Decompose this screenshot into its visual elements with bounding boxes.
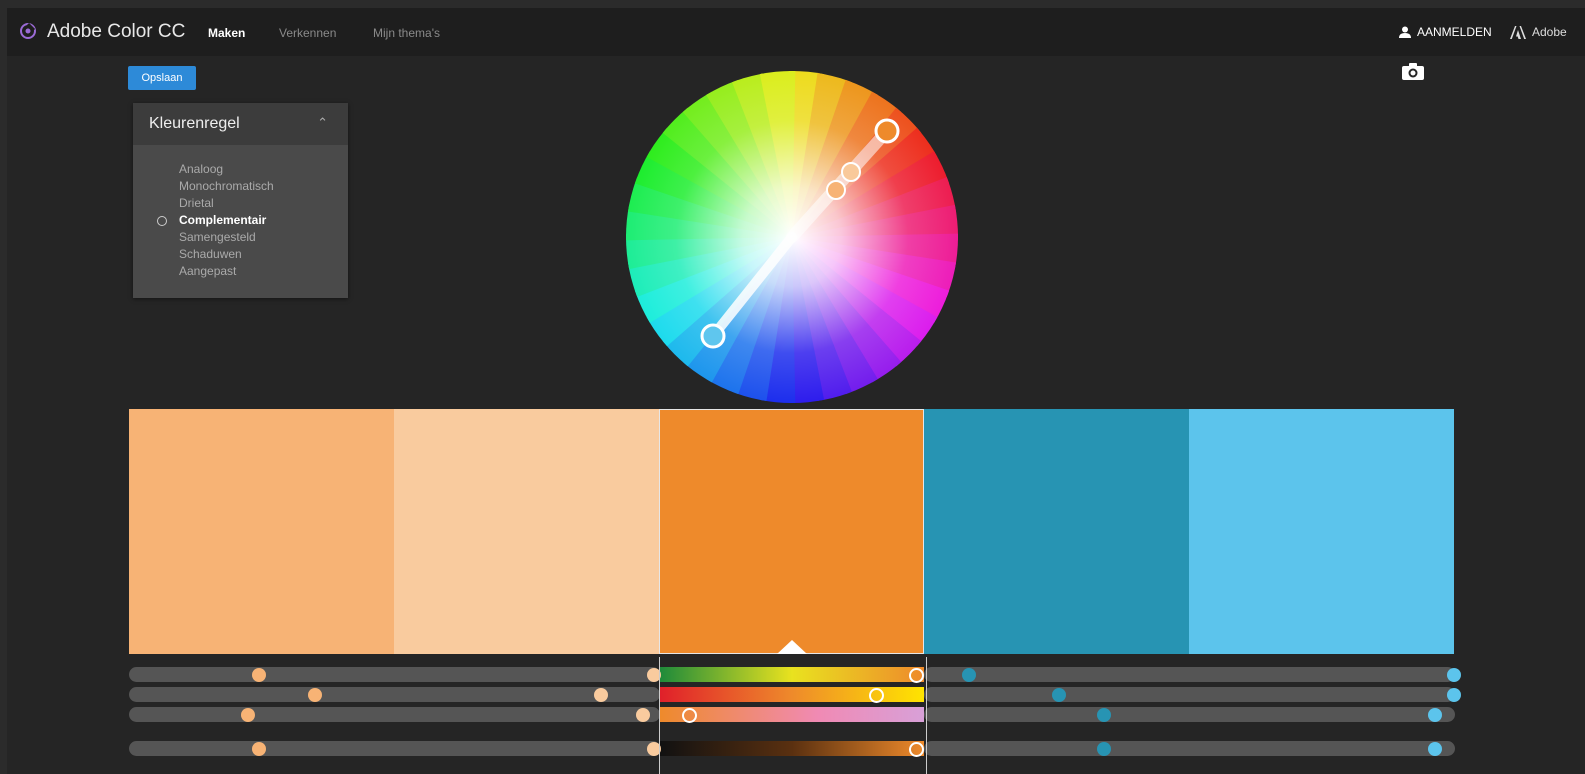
slider-knob[interactable] — [1428, 707, 1443, 722]
slider-knob[interactable] — [251, 741, 266, 756]
slider-track-left[interactable] — [129, 741, 660, 756]
app-window: Adobe Color CC Maken Verkennen Mijn them… — [7, 8, 1585, 774]
slider-knob[interactable] — [1447, 687, 1461, 702]
radio-icon — [157, 216, 167, 226]
panel-title: Kleurenregel — [149, 115, 240, 132]
slider-track-right[interactable] — [924, 687, 1455, 702]
selected-column-outline — [659, 657, 927, 774]
rule-list: Analoog Monochromatisch Drietal Compleme… — [133, 161, 348, 280]
slider-knob[interactable] — [1097, 741, 1112, 756]
handle-blue — [700, 323, 726, 349]
save-button[interactable]: Opslaan — [128, 66, 196, 90]
color-wheel-logo-icon[interactable] — [19, 22, 37, 40]
signin-label: AANMELDEN — [1417, 25, 1492, 39]
camera-icon[interactable] — [1401, 63, 1425, 81]
user-icon — [1399, 26, 1411, 38]
slider-track-right[interactable] — [924, 707, 1455, 722]
rule-schaduwen[interactable]: Schaduwen — [133, 246, 348, 263]
chevron-up-icon[interactable]: ⌃ — [317, 115, 328, 131]
color-wheel[interactable] — [625, 70, 959, 404]
swatch-row — [129, 409, 1455, 654]
slider-knob[interactable] — [251, 667, 266, 682]
slider-track-left[interactable] — [129, 667, 660, 682]
slider-knob[interactable] — [1428, 741, 1443, 756]
slider-track-right[interactable] — [924, 667, 1455, 682]
slider-track-left[interactable] — [129, 687, 660, 702]
handle-mid — [826, 180, 846, 200]
handle-light — [841, 162, 861, 182]
slider-knob[interactable] — [1052, 687, 1067, 702]
nav-mijn-themas[interactable]: Mijn thema's — [373, 26, 440, 40]
slider-knob[interactable] — [1097, 707, 1112, 722]
adobe-label: Adobe — [1532, 25, 1567, 39]
swatch-2[interactable] — [394, 409, 659, 654]
rule-samengesteld[interactable]: Samengesteld — [133, 229, 348, 246]
signin-button[interactable]: AANMELDEN — [1399, 25, 1492, 39]
rule-complementair[interactable]: Complementair — [133, 212, 348, 229]
slider-knob[interactable] — [593, 687, 608, 702]
swatch-3[interactable] — [659, 409, 924, 654]
slider-track-right[interactable] — [924, 741, 1455, 756]
slider-track-left[interactable] — [129, 707, 660, 722]
adobe-logo-icon — [1510, 25, 1526, 39]
nav-maken[interactable]: Maken — [208, 26, 245, 40]
rule-drietal[interactable]: Drietal — [133, 195, 348, 212]
slider-knob[interactable] — [241, 707, 256, 722]
panel-header[interactable]: Kleurenregel ⌃ — [133, 103, 348, 145]
slider-knob[interactable] — [307, 687, 322, 702]
color-rule-panel: Kleurenregel ⌃ Analoog Monochromatisch D… — [133, 103, 348, 298]
swatch-4[interactable] — [924, 409, 1189, 654]
app-title[interactable]: Adobe Color CC — [47, 21, 185, 43]
selected-indicator — [777, 640, 807, 654]
handle-base — [874, 118, 900, 144]
swatch-5[interactable] — [1189, 409, 1454, 654]
adobe-link[interactable]: Adobe — [1510, 25, 1567, 39]
rule-analoog[interactable]: Analoog — [133, 161, 348, 178]
slider-knob[interactable] — [1447, 667, 1461, 682]
top-bar: Adobe Color CC Maken Verkennen Mijn them… — [7, 8, 1585, 56]
nav-verkennen[interactable]: Verkennen — [279, 26, 336, 40]
rule-monochromatisch[interactable]: Monochromatisch — [133, 178, 348, 195]
rule-aangepast[interactable]: Aangepast — [133, 263, 348, 280]
swatch-1[interactable] — [129, 409, 394, 654]
slider-knob[interactable] — [962, 667, 977, 682]
slider-knob[interactable] — [636, 707, 651, 722]
